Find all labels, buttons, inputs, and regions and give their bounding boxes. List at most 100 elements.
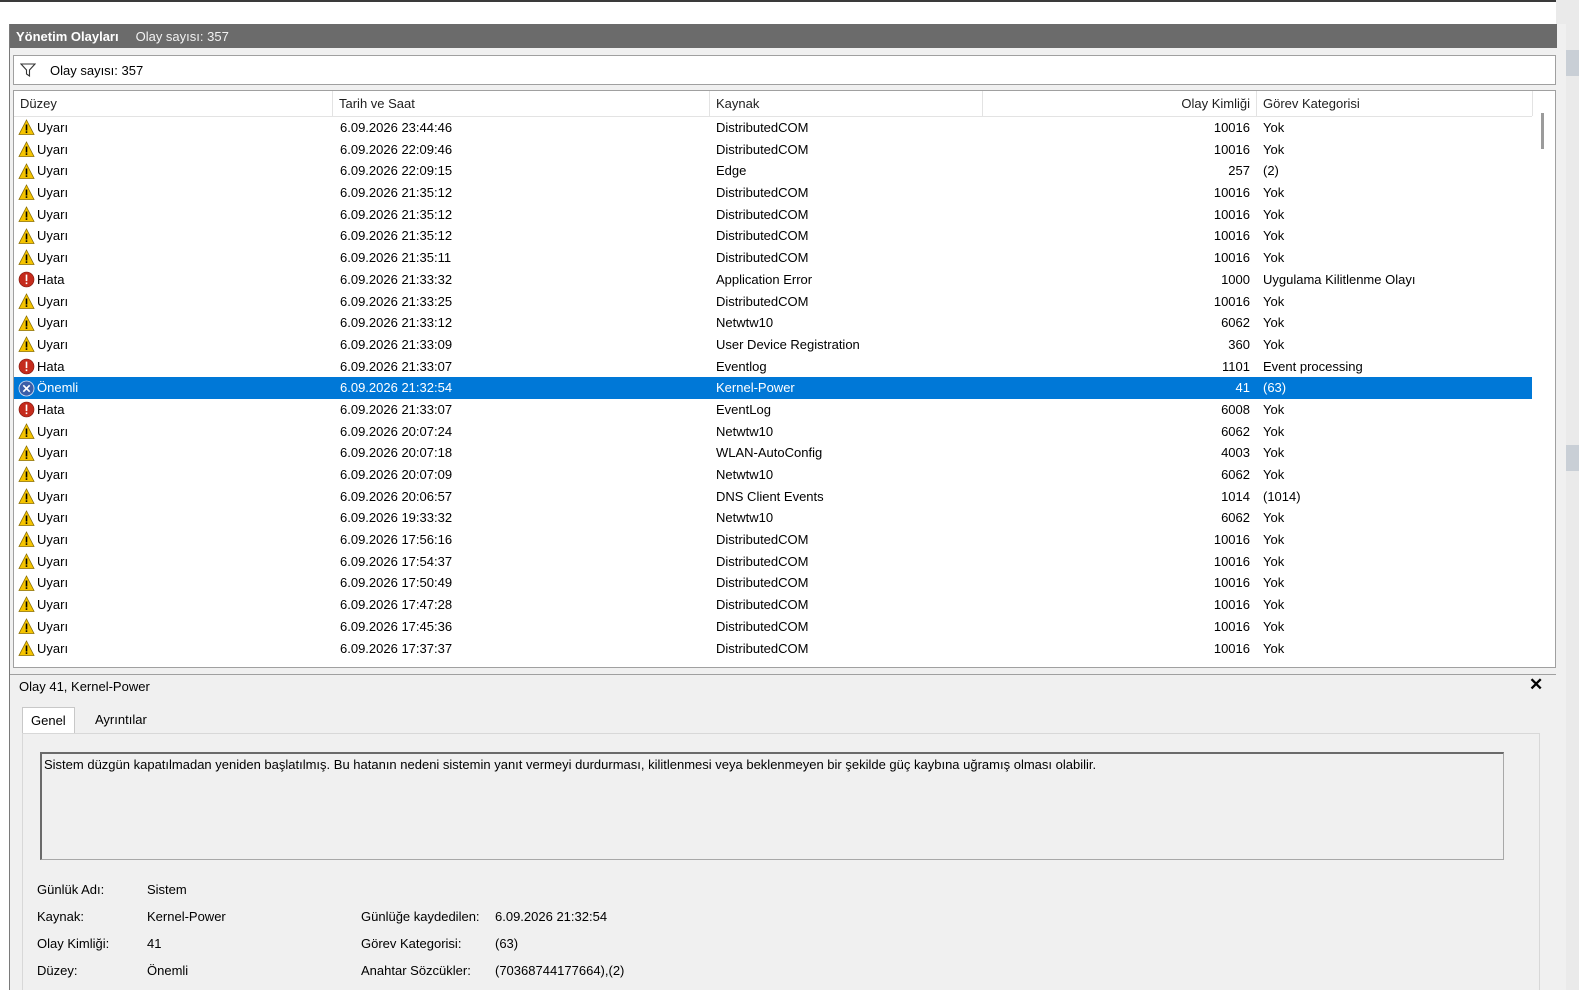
warning-icon [18,184,35,201]
table-body: Uyarı 6.09.2026 23:44:46 DistributedCOM 100… [14,117,1532,659]
row-level-text: Uyarı [37,445,69,461]
row-level: Uyarı [18,160,68,182]
row-task-category: Yok [1263,423,1285,439]
table-row[interactable]: Uyarı 6.09.2026 21:35:12 DistributedCOM 100… [14,204,1532,226]
row-level: Uyarı [18,551,68,573]
warning-icon [18,639,35,657]
table-header: Düzey Tarih ve Saat Kaynak Olay Kimliği … [14,91,1533,117]
table-row[interactable]: Uyarı 6.09.2026 21:35:12 DistributedCOM 100… [14,182,1532,204]
row-event-id: 6062 [1221,315,1250,331]
table-row[interactable]: Uyarı 6.09.2026 17:54:37 DistributedCOM 100… [14,551,1532,573]
row-source: DistributedCOM [716,597,809,613]
row-date: 6.09.2026 21:35:12 [340,228,453,244]
table-row[interactable]: Uyarı 6.09.2026 23:44:46 DistributedCOM 100… [14,117,1532,139]
row-task-category: (1014) [1263,488,1301,504]
table-row[interactable]: Uyarı 6.09.2026 17:47:28 DistributedCOM 100… [14,594,1532,616]
table-row-selected[interactable]: Önemli 6.09.2026 21:32:54 Kernel-Power 41 (6… [14,377,1532,399]
critical-icon [18,380,35,397]
table-row[interactable]: Uyarı 6.09.2026 17:37:37 DistributedCOM 100… [14,638,1532,660]
event-description[interactable]: Sistem düzgün kapatılmadan yeniden başla… [40,752,1504,860]
table-row[interactable]: Uyarı 6.09.2026 21:33:12 Netwtw10 6062 Yok [14,312,1532,334]
column-header-task-category[interactable]: Görev Kategorisi [1257,91,1533,116]
table-row[interactable]: Hata 6.09.2026 21:33:07 EventLog 6008 Yok [14,399,1532,421]
row-level-text: Önemli [37,380,79,396]
row-task-category: Yok [1263,120,1285,135]
row-event-id: 10016 [1213,293,1250,309]
table-row[interactable]: Uyarı 6.09.2026 20:07:18 WLAN-AutoConfig 40… [14,442,1532,464]
row-event-id: 257 [1228,163,1250,179]
row-level-text: Uyarı [37,228,69,244]
scrollbar-thumb[interactable] [1541,113,1544,149]
table-row[interactable]: Uyarı 6.09.2026 21:35:12 DistributedCOM 100… [14,225,1532,247]
row-date: 6.09.2026 20:07:09 [340,467,453,482]
row-level-text: Uyarı [37,510,69,526]
table-row[interactable]: Uyarı 6.09.2026 22:09:46 DistributedCOM 100… [14,139,1532,161]
table-row[interactable]: Uyarı 6.09.2026 21:35:11 DistributedCOM 100… [14,247,1532,269]
column-header-level[interactable]: Düzey [14,91,333,116]
row-task-category: Uygulama Kilitlenme Olayı [1263,271,1416,287]
tab-details[interactable]: Ayrıntılar [87,707,155,733]
table-row[interactable]: Uyarı 6.09.2026 17:50:49 DistributedCOM 100… [14,572,1532,594]
row-level-text: Uyarı [37,293,69,309]
table-row[interactable]: Hata 6.09.2026 21:33:32 Application Error 1… [14,269,1532,291]
row-level-text: Uyarı [37,250,69,266]
row-date: 6.09.2026 21:33:09 [340,336,453,352]
warning-icon [18,618,35,635]
row-level-text: Uyarı [37,206,69,222]
table-row[interactable]: Uyarı 6.09.2026 20:07:09 Netwtw10 6062 Yok [14,464,1532,486]
row-level: Uyarı [18,486,68,508]
row-date: 6.09.2026 21:33:32 [340,271,453,287]
table-row[interactable]: Hata 6.09.2026 21:33:07 Eventlog 1101 Event … [14,356,1532,378]
task-category-label: Görev Kategorisi: [361,936,462,951]
row-task-category: Yok [1263,336,1285,352]
row-source: Netwtw10 [716,467,774,482]
row-level-text: Hata [37,271,65,287]
row-source: DistributedCOM [716,640,809,656]
row-source: DistributedCOM [716,141,809,157]
warning-icon [18,141,35,158]
column-header-date[interactable]: Tarih ve Saat [333,91,710,116]
row-date: 6.09.2026 21:33:07 [340,401,453,417]
row-source: Netwtw10 [716,510,774,526]
row-task-category: (2) [1263,163,1279,179]
row-event-id: 4003 [1221,445,1250,461]
warning-icon [18,574,35,592]
row-level-text: Uyarı [37,120,69,135]
row-level: Uyarı [18,204,68,226]
row-source: DistributedCOM [716,293,809,309]
log-name-value: Sistem [147,882,187,897]
table-row[interactable]: Uyarı 6.09.2026 20:07:24 Netwtw10 6062 Yok [14,421,1532,443]
warning-icon [18,488,35,505]
filter-icon[interactable] [20,63,36,77]
table-row[interactable]: Uyarı 6.09.2026 20:06:57 DNS Client Events… [14,486,1532,508]
table-row[interactable]: Uyarı 6.09.2026 22:09:15 Edge 257 (2) [14,160,1532,182]
table-row[interactable]: Uyarı 6.09.2026 17:45:36 DistributedCOM 100… [14,616,1532,638]
table-row[interactable]: Uyarı 6.09.2026 21:33:25 DistributedCOM 100… [14,291,1532,313]
row-event-id: 10016 [1213,120,1250,135]
level-value: Önemli [147,963,189,978]
row-source: DistributedCOM [716,553,809,569]
column-header-event-id[interactable]: Olay Kimliği [983,91,1257,116]
vertical-scrollbar[interactable] [1533,91,1554,667]
error-icon [18,271,35,288]
filter-bar[interactable]: Olay sayısı: 357 [13,55,1556,85]
row-event-id: 6062 [1221,510,1250,526]
row-level: Önemli [18,377,78,399]
row-source: WLAN-AutoConfig [716,445,823,461]
source-value: Kernel-Power [147,909,226,924]
row-task-category: Yok [1263,293,1285,309]
row-level-text: Uyarı [37,597,69,613]
row-level: Uyarı [18,572,68,594]
events-table[interactable]: Düzey Tarih ve Saat Kaynak Olay Kimliği … [13,90,1556,668]
close-icon[interactable]: ✕ [1529,675,1543,695]
row-level-text: Uyarı [37,315,69,331]
row-task-category: Yok [1263,618,1285,634]
row-event-id: 6008 [1221,401,1250,417]
warning-icon [18,531,35,548]
column-header-source[interactable]: Kaynak [710,91,983,116]
table-row[interactable]: Uyarı 6.09.2026 17:56:16 DistributedCOM 100… [14,529,1532,551]
table-row[interactable]: Uyarı 6.09.2026 21:33:09 User Device Regis… [14,334,1532,356]
tab-general[interactable]: Genel [22,707,75,734]
table-row[interactable]: Uyarı 6.09.2026 19:33:32 Netwtw10 6062 Yok [14,507,1532,529]
row-task-category: Yok [1263,228,1285,244]
